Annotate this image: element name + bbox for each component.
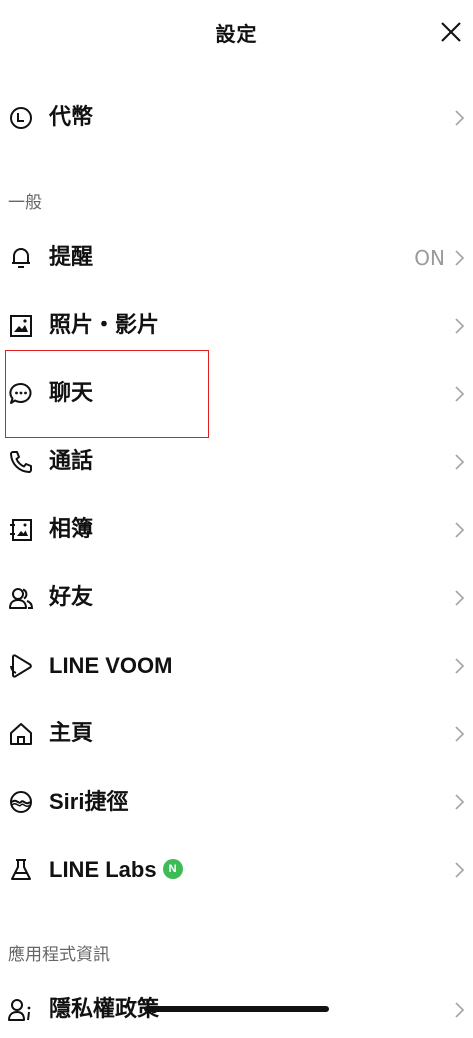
chevron-right-icon (455, 726, 465, 742)
chevron-right-icon (455, 1002, 465, 1018)
settings-item-label: 好友 (49, 585, 94, 610)
settings-item-line-voom[interactable]: LINE VOOM (0, 638, 473, 694)
settings-item-label-container: LINE Labs N (49, 856, 183, 884)
settings-item-label: 代幣 (49, 105, 94, 130)
settings-item-siri-shortcuts[interactable]: Siri捷徑 (0, 774, 473, 830)
chevron-right-icon (455, 110, 465, 126)
settings-item-label: Siri捷徑 (49, 789, 129, 814)
phone-icon (10, 451, 32, 473)
home-indicator (144, 1006, 329, 1012)
highlight-annotation (5, 350, 209, 438)
chevron-right-icon (455, 590, 465, 606)
settings-item-label: 提醒 (49, 245, 94, 270)
settings-item-albums[interactable]: 相簿 (0, 502, 473, 558)
navigation-header: 設定 (0, 0, 473, 64)
chevron-right-icon (455, 794, 465, 810)
settings-item-notifications[interactable]: 提醒 ON (0, 230, 473, 286)
home-icon (10, 723, 32, 745)
bell-icon (12, 248, 30, 268)
settings-item-friends[interactable]: 好友 (0, 570, 473, 626)
settings-item-calls[interactable]: 通話 (0, 434, 473, 490)
section-header-app-info: 應用程式資訊 (8, 945, 110, 965)
settings-item-label: 通話 (49, 449, 94, 474)
settings-item-photos-videos[interactable]: 照片・影片 (0, 298, 473, 354)
chevron-right-icon (455, 318, 465, 334)
settings-item-label: LINE Labs (49, 857, 157, 882)
settings-item-line-labs[interactable]: LINE Labs N (0, 842, 473, 898)
settings-item-label: 主頁 (49, 721, 94, 746)
chevron-right-icon (455, 658, 465, 674)
clock-coin-icon (10, 107, 32, 129)
settings-item-home[interactable]: 主頁 (0, 706, 473, 762)
chevron-right-icon (455, 250, 465, 266)
settings-item-coins[interactable]: 代幣 (0, 90, 473, 146)
voom-icon (10, 654, 32, 678)
settings-item-label: 隱私權政策 (49, 997, 160, 1022)
photo-icon (10, 315, 32, 337)
new-badge: N (162, 859, 183, 880)
chevron-right-icon (455, 862, 465, 878)
chevron-right-icon (455, 454, 465, 470)
section-header-general: 一般 (8, 193, 42, 213)
settings-item-label: 相簿 (49, 517, 94, 542)
siri-icon (10, 791, 32, 813)
close-icon (441, 22, 461, 42)
album-icon (10, 519, 32, 541)
friends-icon (9, 588, 34, 609)
chevron-right-icon (455, 386, 465, 402)
settings-item-label: 照片・影片 (49, 313, 160, 338)
flask-icon (11, 859, 31, 880)
close-button[interactable] (437, 18, 465, 46)
privacy-icon (8, 999, 31, 1021)
settings-item-label: LINE VOOM (49, 653, 173, 678)
chevron-right-icon (455, 522, 465, 538)
page-title: 設定 (215, 22, 258, 46)
status-value: ON (414, 246, 445, 270)
